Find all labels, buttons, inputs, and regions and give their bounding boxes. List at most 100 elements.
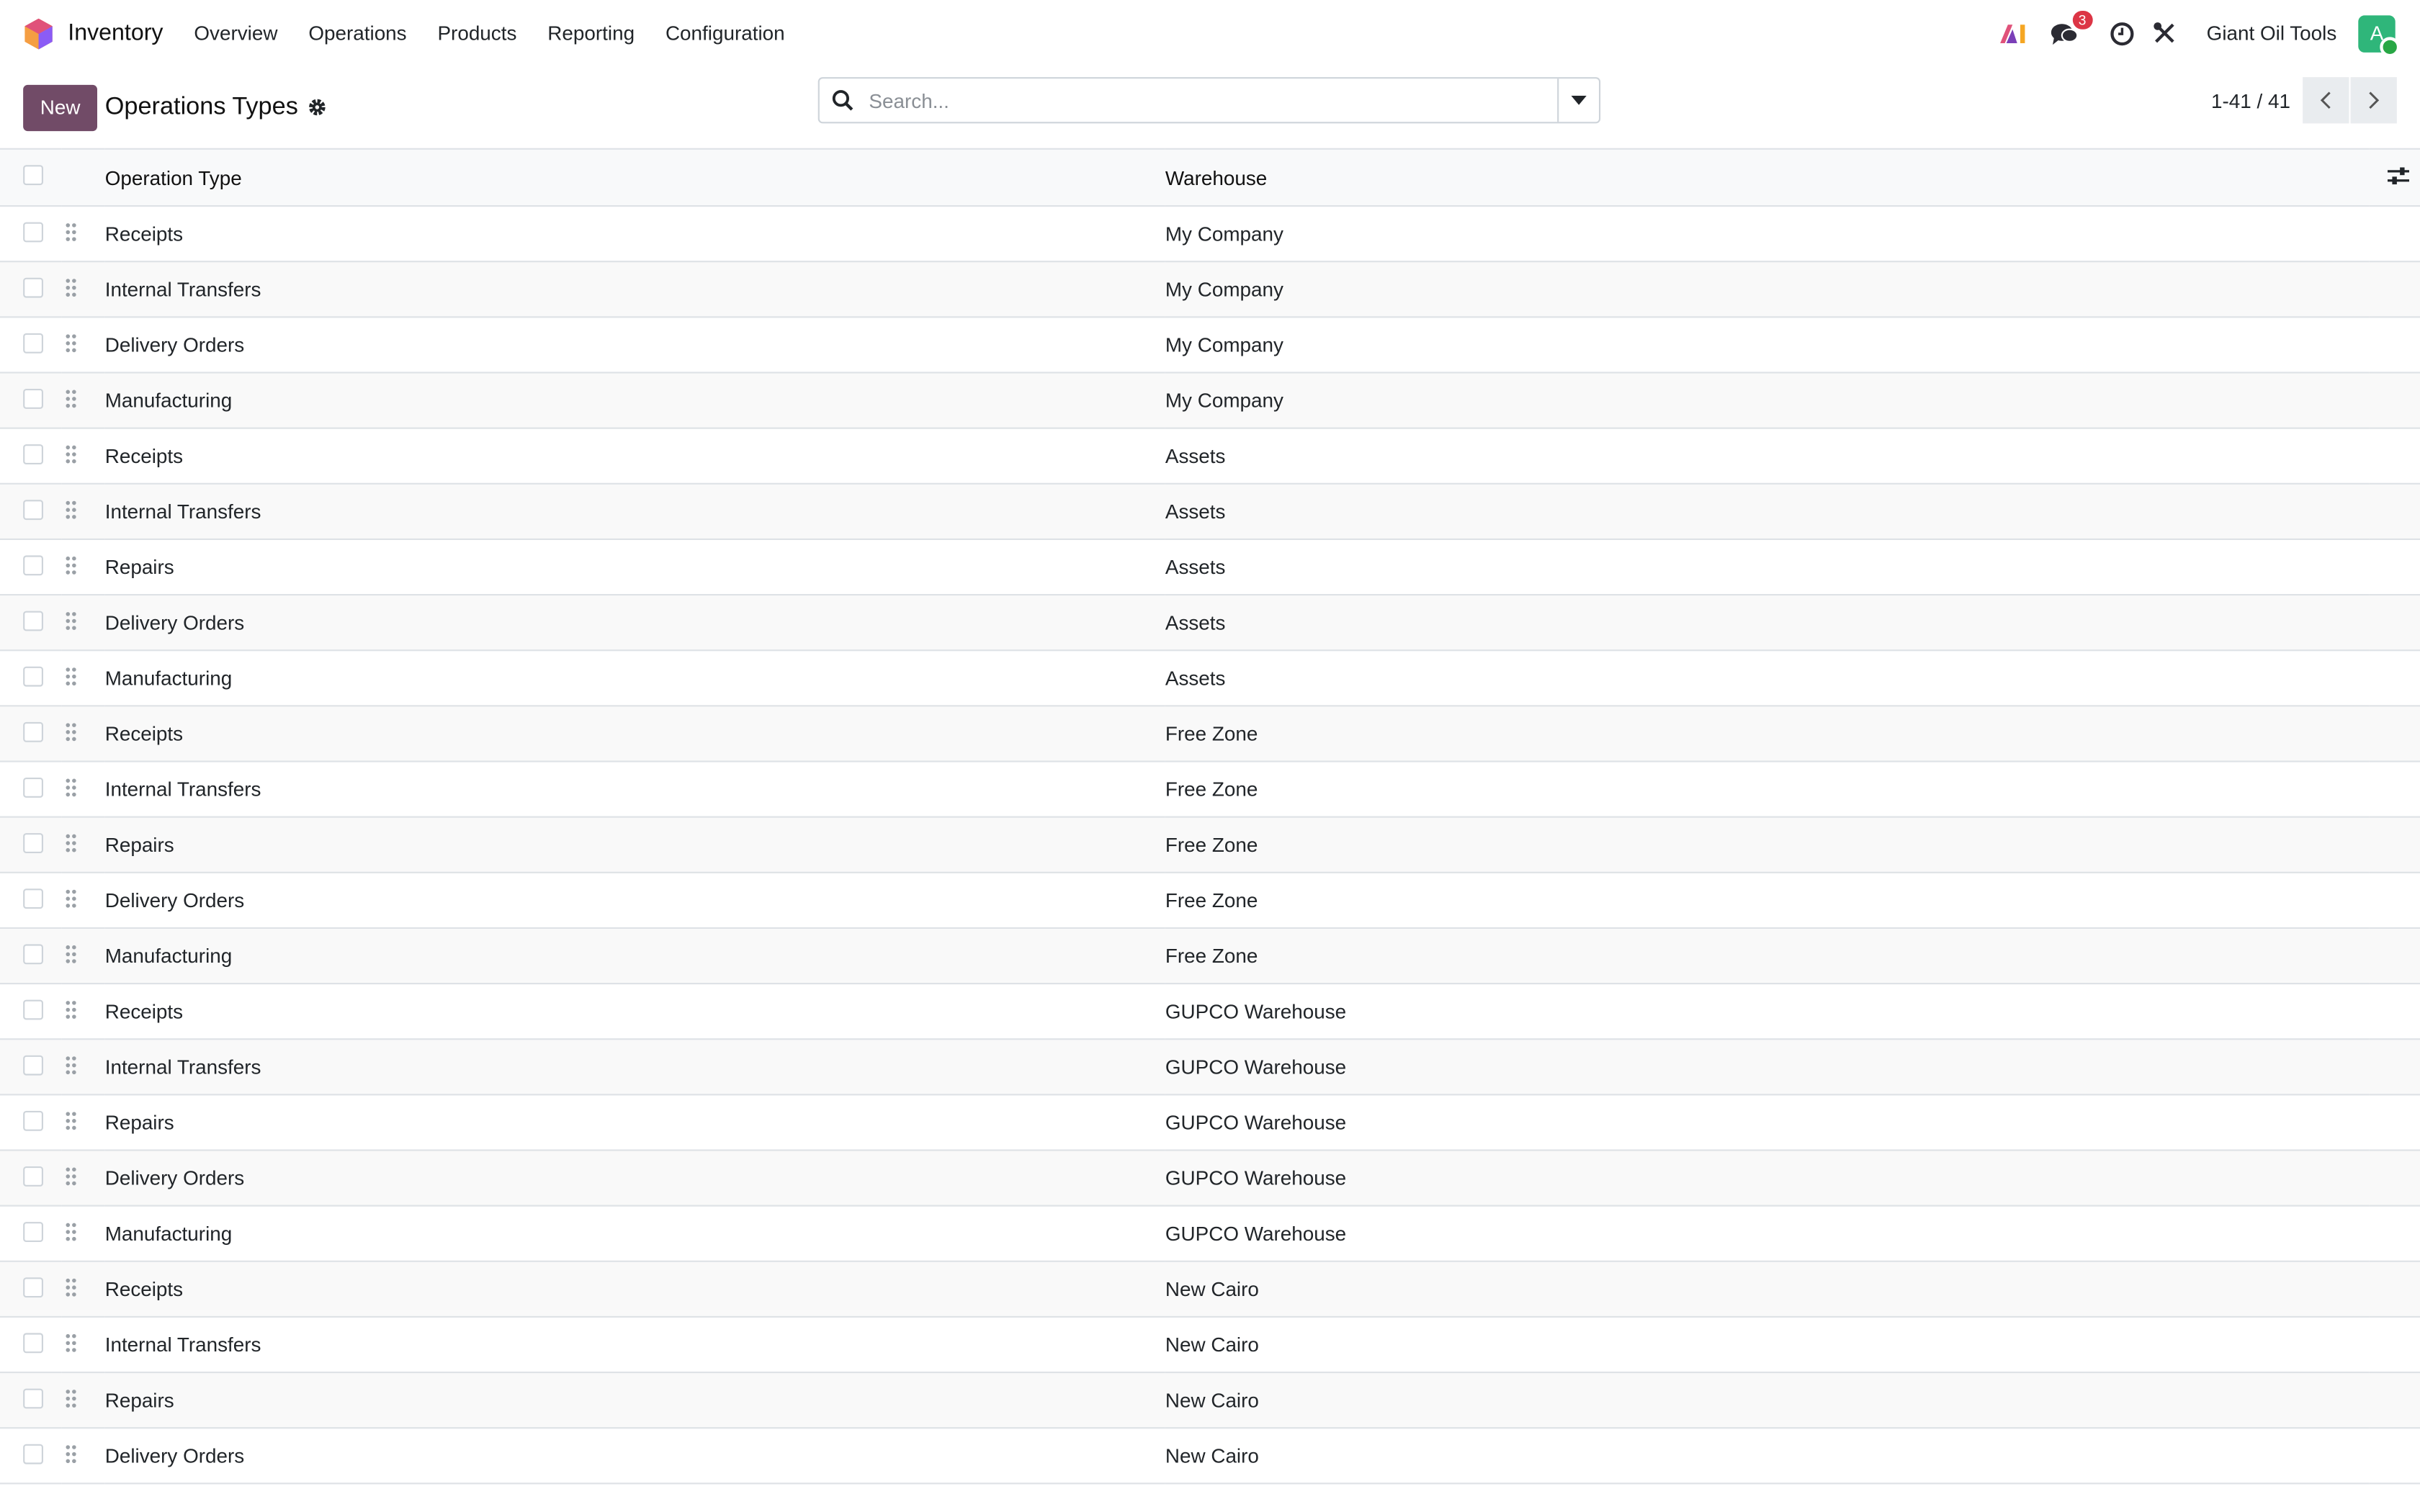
row-checkbox[interactable] — [23, 1443, 43, 1464]
drag-handle-icon[interactable] — [65, 1444, 77, 1468]
row-checkbox[interactable] — [23, 665, 43, 686]
drag-handle-icon[interactable] — [65, 1110, 77, 1135]
table-row[interactable]: Internal Transfers Free Zone — [0, 762, 2420, 817]
cell-operation-type: Delivery Orders — [104, 1166, 245, 1190]
drag-handle-icon[interactable] — [65, 611, 77, 635]
table-row[interactable]: Delivery Orders Free Zone — [0, 873, 2420, 928]
drag-handle-icon[interactable] — [65, 1387, 77, 1412]
pager-value[interactable]: 1-41 / 41 — [2211, 89, 2290, 112]
table-row[interactable]: Delivery Orders My Company — [0, 317, 2420, 373]
row-checkbox[interactable] — [23, 332, 43, 353]
inventory-app-icon[interactable] — [24, 17, 53, 49]
drag-handle-icon[interactable] — [65, 1277, 77, 1301]
menu-products[interactable]: Products — [437, 22, 516, 45]
row-checkbox[interactable] — [23, 1387, 43, 1408]
table-row[interactable]: Receipts My Company — [0, 206, 2420, 262]
table-row[interactable]: Internal Transfers New Cairo — [0, 1317, 2420, 1373]
table-row[interactable]: Internal Transfers GUPCO Warehouse — [0, 1039, 2420, 1095]
ai-icon[interactable] — [1998, 22, 2026, 44]
table-row[interactable]: Repairs Free Zone — [0, 816, 2420, 873]
tools-icon[interactable] — [2153, 22, 2176, 45]
cell-operation-type: Delivery Orders — [104, 333, 245, 356]
column-header-operation-type[interactable]: Operation Type — [105, 149, 1165, 206]
table-row[interactable]: Manufacturing Free Zone — [0, 927, 2420, 984]
drag-handle-icon[interactable] — [65, 832, 77, 857]
app-name[interactable]: Inventory — [68, 20, 163, 46]
drag-handle-icon[interactable] — [65, 721, 77, 746]
activity-clock-icon[interactable] — [2110, 21, 2134, 45]
drag-handle-icon[interactable] — [65, 222, 77, 246]
table-row[interactable]: Internal Transfers Assets — [0, 483, 2420, 539]
table-row[interactable]: Receipts Free Zone — [0, 706, 2420, 762]
table-row[interactable]: Manufacturing Assets — [0, 650, 2420, 706]
search-options-toggle[interactable] — [1557, 78, 1599, 122]
row-checkbox[interactable] — [23, 888, 43, 909]
menu-configuration[interactable]: Configuration — [666, 22, 785, 45]
pager-next-button[interactable] — [2350, 77, 2397, 124]
drag-handle-icon[interactable] — [65, 777, 77, 801]
cell-warehouse: New Cairo — [1165, 1444, 1259, 1467]
table-row[interactable]: Delivery Orders New Cairo — [0, 1428, 2420, 1484]
drag-handle-icon[interactable] — [65, 999, 77, 1024]
table-row[interactable]: Internal Transfers My Company — [0, 261, 2420, 318]
drag-handle-icon[interactable] — [65, 388, 77, 413]
drag-handle-icon[interactable] — [65, 333, 77, 357]
drag-handle-icon[interactable] — [65, 1055, 77, 1079]
row-checkbox[interactable] — [23, 1277, 43, 1297]
table-row[interactable]: Repairs Assets — [0, 539, 2420, 595]
table-row[interactable]: Manufacturing GUPCO Warehouse — [0, 1206, 2420, 1261]
drag-handle-icon[interactable] — [65, 1221, 77, 1246]
row-checkbox[interactable] — [23, 832, 43, 852]
drag-handle-icon[interactable] — [65, 943, 77, 968]
cell-warehouse: Assets — [1165, 666, 1226, 690]
row-checkbox[interactable] — [23, 943, 43, 964]
row-checkbox[interactable] — [23, 776, 43, 797]
row-checkbox[interactable] — [23, 1221, 43, 1241]
row-checkbox[interactable] — [23, 1165, 43, 1186]
select-all-checkbox[interactable] — [23, 165, 43, 186]
drag-handle-icon[interactable] — [65, 666, 77, 690]
table-row[interactable]: Repairs New Cairo — [0, 1372, 2420, 1428]
table-row[interactable]: Manufacturing My Company — [0, 372, 2420, 428]
drag-handle-icon[interactable] — [65, 554, 77, 579]
row-checkbox[interactable] — [23, 999, 43, 1020]
row-checkbox[interactable] — [23, 1110, 43, 1130]
table-row[interactable]: Receipts New Cairo — [0, 1261, 2420, 1317]
gear-icon[interactable] — [308, 97, 328, 117]
drag-handle-icon[interactable] — [65, 444, 77, 468]
search-input[interactable] — [866, 87, 1558, 114]
drag-handle-icon[interactable] — [65, 277, 77, 302]
optional-columns-toggle-icon[interactable] — [2388, 166, 2409, 189]
row-checkbox[interactable] — [23, 721, 43, 742]
cell-operation-type: Receipts — [104, 222, 184, 246]
drag-handle-icon[interactable] — [65, 1332, 77, 1356]
table-row[interactable]: Delivery Orders Assets — [0, 595, 2420, 651]
row-checkbox[interactable] — [23, 276, 43, 297]
row-checkbox[interactable] — [23, 610, 43, 631]
table-row[interactable]: Receipts Assets — [0, 428, 2420, 484]
drag-handle-icon[interactable] — [65, 888, 77, 912]
table-row[interactable]: Repairs GUPCO Warehouse — [0, 1094, 2420, 1151]
menu-reporting[interactable]: Reporting — [547, 22, 635, 45]
row-checkbox[interactable] — [23, 1054, 43, 1075]
messages-icon[interactable]: 3 — [2051, 9, 2093, 45]
table-row[interactable]: Receipts GUPCO Warehouse — [0, 984, 2420, 1040]
row-checkbox[interactable] — [23, 387, 43, 408]
new-button[interactable]: New — [23, 84, 98, 131]
drag-handle-icon[interactable] — [65, 499, 77, 523]
row-checkbox[interactable] — [23, 1332, 43, 1353]
pager-previous-button[interactable] — [2303, 77, 2349, 124]
column-header-warehouse[interactable]: Warehouse — [1165, 149, 2369, 206]
menu-operations[interactable]: Operations — [308, 22, 406, 45]
search-bar — [817, 77, 1601, 124]
drag-handle-icon[interactable] — [65, 1166, 77, 1190]
company-switcher[interactable]: Giant Oil Tools — [2207, 22, 2337, 45]
menu-overview[interactable]: Overview — [194, 22, 277, 45]
row-checkbox[interactable] — [23, 221, 43, 242]
table-row[interactable]: Delivery Orders GUPCO Warehouse — [0, 1150, 2420, 1206]
row-checkbox[interactable] — [23, 444, 43, 464]
row-checkbox[interactable] — [23, 499, 43, 520]
user-avatar[interactable]: A — [2358, 14, 2401, 57]
cell-operation-type: Receipts — [104, 721, 184, 745]
row-checkbox[interactable] — [23, 554, 43, 575]
